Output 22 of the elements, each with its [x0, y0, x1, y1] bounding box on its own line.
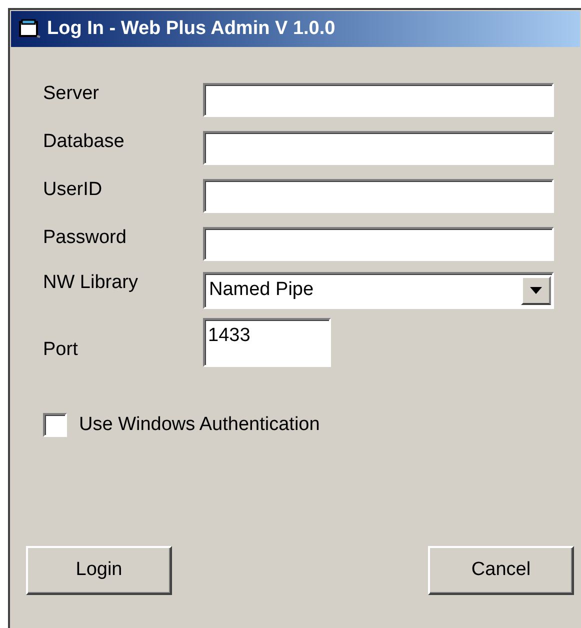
library-dropdown[interactable]: Named Pipe	[203, 272, 554, 309]
checkbox-label: Use Windows Authentication	[79, 413, 320, 437]
caret-down-icon	[530, 287, 542, 294]
window-icon	[19, 19, 41, 39]
field-label: Database	[43, 130, 126, 154]
field-label: Port	[43, 338, 79, 362]
text-field[interactable]	[203, 131, 554, 165]
window-title: Log In - Web Plus Admin V 1.0.0	[47, 16, 336, 41]
checkbox-box[interactable]	[43, 413, 67, 438]
dropdown-arrow-button[interactable]	[521, 276, 551, 305]
cancel-button[interactable]: Cancel	[428, 546, 574, 594]
text-field[interactable]	[203, 83, 554, 117]
text-field[interactable]	[203, 227, 554, 261]
text-field[interactable]	[203, 179, 554, 213]
port-field[interactable]: 1433	[203, 318, 331, 367]
field-label: NW Library	[43, 271, 140, 295]
dropdown-value: Named Pipe	[208, 278, 314, 302]
field-label: Password	[43, 226, 128, 250]
field-label: Server	[43, 82, 100, 106]
field-label: UserID	[43, 178, 104, 202]
windows-auth-checkbox[interactable]: Use Windows Authentication	[43, 411, 581, 440]
login-button[interactable]: Login	[26, 546, 172, 594]
